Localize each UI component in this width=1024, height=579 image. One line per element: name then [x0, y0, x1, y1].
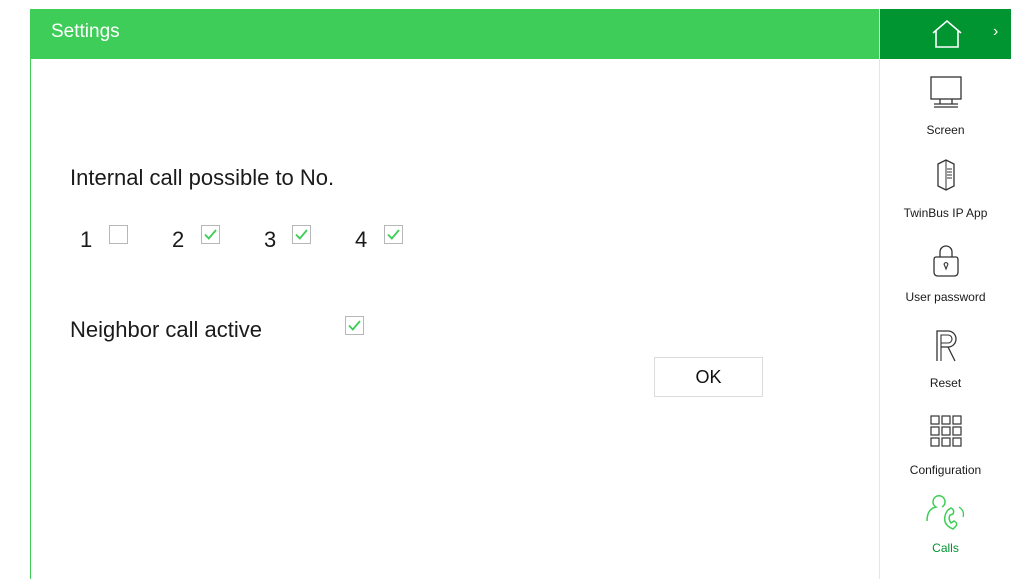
number-4-checkbox[interactable] — [384, 225, 403, 244]
number-2-checkbox[interactable] — [201, 225, 220, 244]
house-icon — [932, 19, 962, 48]
lock-icon — [932, 245, 959, 277]
app-icon — [936, 159, 955, 191]
settings-panel: Settings Internal call possible to No. 1… — [30, 9, 879, 579]
number-3-label: 3 — [264, 227, 277, 252]
internal-call-label: Internal call possible to No. — [70, 165, 335, 190]
number-3-checkbox[interactable] — [292, 225, 311, 244]
sidebar-item-label: Configuration — [909, 463, 982, 477]
chevron-right-icon[interactable]: › — [993, 23, 998, 41]
ok-button[interactable]: OK — [654, 357, 763, 397]
check-icon — [295, 229, 308, 240]
number-1-checkbox[interactable] — [109, 225, 128, 244]
sidebar-item-label: Reset — [929, 376, 962, 390]
sidebar-item-twinbus-ip-app[interactable]: TwinBus IP App — [880, 150, 1011, 234]
sidebar-item-label: Screen — [926, 123, 965, 137]
grid-icon — [929, 415, 962, 447]
sidebar-item-label: User password — [905, 290, 986, 304]
sidebar-item-screen[interactable]: Screen — [880, 67, 1011, 151]
person-phone-icon — [925, 495, 964, 530]
number-1-label: 1 — [80, 227, 93, 252]
sidebar-item-label: Calls — [932, 541, 959, 555]
sidebar-item-configuration[interactable]: Configuration — [880, 407, 1011, 491]
check-icon — [387, 229, 400, 240]
page-title: Settings — [51, 21, 120, 42]
number-2-label: 2 — [172, 227, 185, 252]
neighbor-call-checkbox[interactable] — [345, 316, 364, 335]
reset-icon — [935, 330, 957, 362]
check-icon — [348, 320, 361, 331]
neighbor-call-label: Neighbor call active — [70, 317, 262, 342]
home-button[interactable]: › — [880, 9, 1011, 59]
sidebar-item-user-password[interactable]: User password — [880, 234, 1011, 318]
sidebar: › Screen TwinBus IP App User password Re… — [879, 9, 1011, 579]
monitor-icon — [929, 76, 962, 108]
number-4-label: 4 — [355, 227, 368, 252]
check-icon — [204, 229, 217, 240]
sidebar-item-reset[interactable]: Reset — [880, 320, 1011, 404]
header-bar: Settings — [31, 9, 879, 59]
sidebar-item-calls[interactable]: Calls — [880, 485, 1011, 569]
sidebar-item-label: TwinBus IP App — [903, 206, 988, 220]
